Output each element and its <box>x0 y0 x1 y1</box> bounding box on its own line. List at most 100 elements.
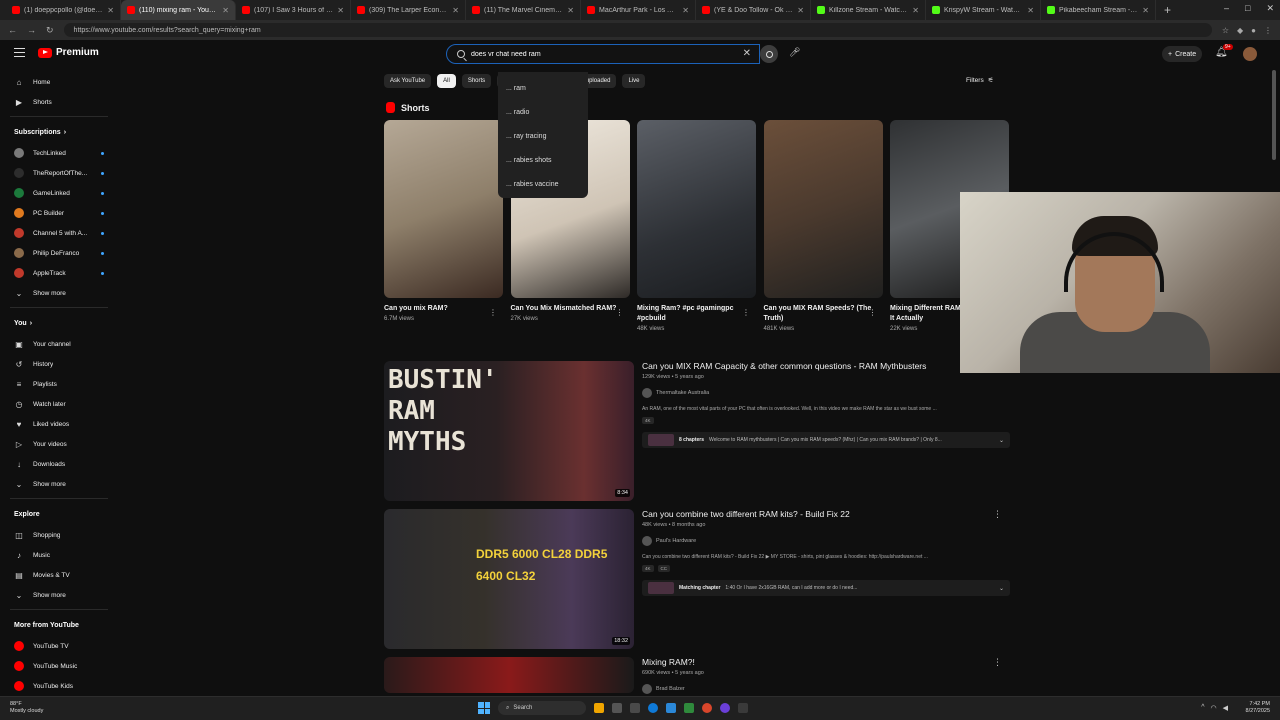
page-scrollbar[interactable] <box>1272 70 1276 160</box>
search-suggestion[interactable]: ... radio <box>498 100 588 124</box>
sidebar-item[interactable]: ♥ Liked videos <box>0 414 118 434</box>
video-thumbnail[interactable] <box>384 657 634 693</box>
vscode-icon[interactable] <box>666 703 676 713</box>
account-avatar[interactable] <box>1243 47 1257 61</box>
short-card[interactable]: Can you MIX RAM Speeds? (The Truth) 481K … <box>763 120 883 332</box>
more-options-icon[interactable]: ⋮ <box>616 308 624 317</box>
excel-icon[interactable] <box>684 703 694 713</box>
sidebar-section-heading[interactable]: Explore <box>0 503 118 525</box>
sidebar-item[interactable]: TechLinked <box>0 143 118 163</box>
browser-tab[interactable]: (107) I Saw 3 Hours of GTA 6 at 4k ✕ <box>236 0 351 20</box>
tab-close-icon[interactable]: ✕ <box>222 6 229 15</box>
browser-tab[interactable]: (1) doeppcpollo (@doeppcpollo) / X✕ <box>6 0 121 20</box>
chapters-row[interactable]: 8 chapters Welcome to RAM mythbusters | C… <box>642 432 1010 448</box>
filter-chip[interactable]: Shorts <box>461 74 492 88</box>
search-suggestion[interactable]: ... rabies shots <box>498 148 588 172</box>
menu-icon[interactable]: ⋮ <box>1264 26 1272 35</box>
video-title[interactable]: Mixing RAM?! <box>642 657 1010 668</box>
search-box[interactable]: ✕ <box>446 44 760 64</box>
video-thumbnail[interactable]: DDR5 6000 CL28 DDR5 6400 CL32 18:32 <box>384 509 634 649</box>
video-channel[interactable]: Thermaltake Australia <box>642 388 1010 398</box>
windows-start-icon[interactable] <box>478 702 490 714</box>
search-suggestion[interactable]: ... rabies vaccine <box>498 172 588 196</box>
video-channel[interactable]: Paul's Hardware <box>642 536 1010 546</box>
show-more-button[interactable]: ⌄ Show more <box>0 585 118 605</box>
youtube-logo[interactable]: Premium <box>38 47 99 58</box>
chevron-down-icon[interactable]: ⌄ <box>999 437 1004 444</box>
explorer-icon[interactable] <box>594 703 604 713</box>
back-icon[interactable]: ← <box>8 25 17 35</box>
search-input[interactable] <box>471 50 691 58</box>
sidebar-item[interactable]: ▶ Shorts <box>0 92 118 112</box>
create-button[interactable]: + Create <box>1162 46 1203 62</box>
new-tab-button[interactable]: + <box>1156 3 1179 17</box>
show-more-button[interactable]: ⌄ Show more <box>0 474 118 494</box>
search-suggestion[interactable]: ... ram <box>498 76 588 100</box>
browser-tab[interactable]: (11) The Marvel Cinematic Uni✕ <box>466 0 581 20</box>
profile-icon[interactable]: ● <box>1251 26 1256 35</box>
sidebar-item[interactable]: ≡ Playlists <box>0 374 118 394</box>
sidebar-item[interactable]: PC Builder <box>0 203 118 223</box>
minimize-button[interactable]: – <box>1224 3 1229 14</box>
sidebar-item[interactable]: ◫ Shopping <box>0 525 118 545</box>
more-options-icon[interactable]: ⋮ <box>489 308 497 317</box>
sidebar-item[interactable]: YouTube Music <box>0 656 118 676</box>
sidebar-item[interactable]: YouTube TV <box>0 636 118 656</box>
maximize-button[interactable]: □ <box>1245 3 1250 14</box>
sidebar-item[interactable]: ▣ Your channel <box>0 334 118 354</box>
chevron-down-icon[interactable]: ⌄ <box>999 585 1004 592</box>
short-title[interactable]: Can You Mix Mismatched RAM? <box>511 304 630 314</box>
sidebar-item[interactable]: TheReportOfThe... <box>0 163 118 183</box>
filters-button[interactable]: Filters ⚟ <box>966 76 994 85</box>
short-title[interactable]: Mixing Ram? #pc #gamingpc #pcbuild <box>637 304 756 324</box>
bookmark-icon[interactable]: ☆ <box>1222 26 1229 35</box>
microphone-icon[interactable]: 🎤︎ <box>789 47 800 58</box>
show-more-button[interactable]: ⌄ Show more <box>0 283 118 303</box>
video-title[interactable]: Can you combine two different RAM kits? … <box>642 509 1010 520</box>
task-view-icon[interactable] <box>612 703 622 713</box>
calculator-icon[interactable] <box>738 703 748 713</box>
chrome-icon[interactable] <box>702 703 712 713</box>
browser-tab[interactable]: MacArthur Park - Los Angeles, C ✕ <box>581 0 696 20</box>
forward-icon[interactable]: → <box>27 25 36 35</box>
volume-icon[interactable]: ◀ <box>1223 704 1228 712</box>
sidebar-item[interactable]: Channel 5 with A... <box>0 223 118 243</box>
tab-close-icon[interactable]: ✕ <box>797 6 804 15</box>
url-field[interactable]: https://www.youtube.com/results?search_q… <box>63 23 1212 37</box>
browser-tab[interactable]: KrispyW Stream - Watch Live ✕ <box>926 0 1041 20</box>
search-suggestion[interactable]: ... ray tracing <box>498 124 588 148</box>
video-title[interactable]: Can you MIX RAM Capacity & other common … <box>642 361 1010 372</box>
more-options-icon[interactable]: ⋮ <box>742 308 750 317</box>
more-options-icon[interactable]: ⋮ <box>869 308 877 317</box>
short-thumbnail[interactable] <box>637 120 756 298</box>
tab-close-icon[interactable]: ✕ <box>1027 6 1034 15</box>
sidebar-item[interactable]: ◷ Watch later <box>0 394 118 414</box>
sidebar-section-heading[interactable]: Subscriptions › <box>0 121 118 143</box>
browser-tab[interactable]: (110) mixing ram - YouTube ✕ <box>121 0 236 20</box>
filter-chip[interactable]: Live <box>622 74 646 88</box>
search-button[interactable] <box>760 45 778 63</box>
sidebar-item[interactable]: ↺ History <box>0 354 118 374</box>
tab-close-icon[interactable]: ✕ <box>452 6 459 15</box>
more-options-icon[interactable]: ⋮ <box>993 509 1002 520</box>
sidebar-item[interactable]: ▷ Your videos <box>0 434 118 454</box>
short-title[interactable]: Can you MIX RAM Speeds? (The Truth) <box>764 304 883 324</box>
sidebar-item[interactable]: Philip DeFranco <box>0 243 118 263</box>
reload-icon[interactable]: ↻ <box>46 25 54 36</box>
chapters-row[interactable]: Matching chapter 1:40 Or I have 2x16GB RA… <box>642 580 1010 596</box>
more-options-icon[interactable]: ⋮ <box>993 657 1002 668</box>
sidebar-item[interactable]: GameLinked <box>0 183 118 203</box>
short-thumbnail[interactable] <box>384 120 503 298</box>
sidebar-item[interactable]: ⌂ Home <box>0 72 118 92</box>
tab-close-icon[interactable]: ✕ <box>337 6 344 15</box>
sidebar-item[interactable]: ▤ Movies & TV <box>0 565 118 585</box>
wifi-icon[interactable]: ◠ <box>1211 704 1217 712</box>
store-icon[interactable] <box>630 703 640 713</box>
sidebar-item[interactable]: ♪ Music <box>0 545 118 565</box>
short-card[interactable]: Mixing Ram? #pc #gamingpc #pcbuild 48K vi… <box>637 120 756 332</box>
close-window-button[interactable]: ✕ <box>1266 3 1274 14</box>
sidebar-item[interactable]: YouTube Kids <box>0 676 118 696</box>
chevron-up-icon[interactable]: ^ <box>1201 704 1204 712</box>
edge-icon[interactable] <box>648 703 658 713</box>
browser-tab[interactable]: Pikabeecham Stream - Watch✕ <box>1041 0 1156 20</box>
